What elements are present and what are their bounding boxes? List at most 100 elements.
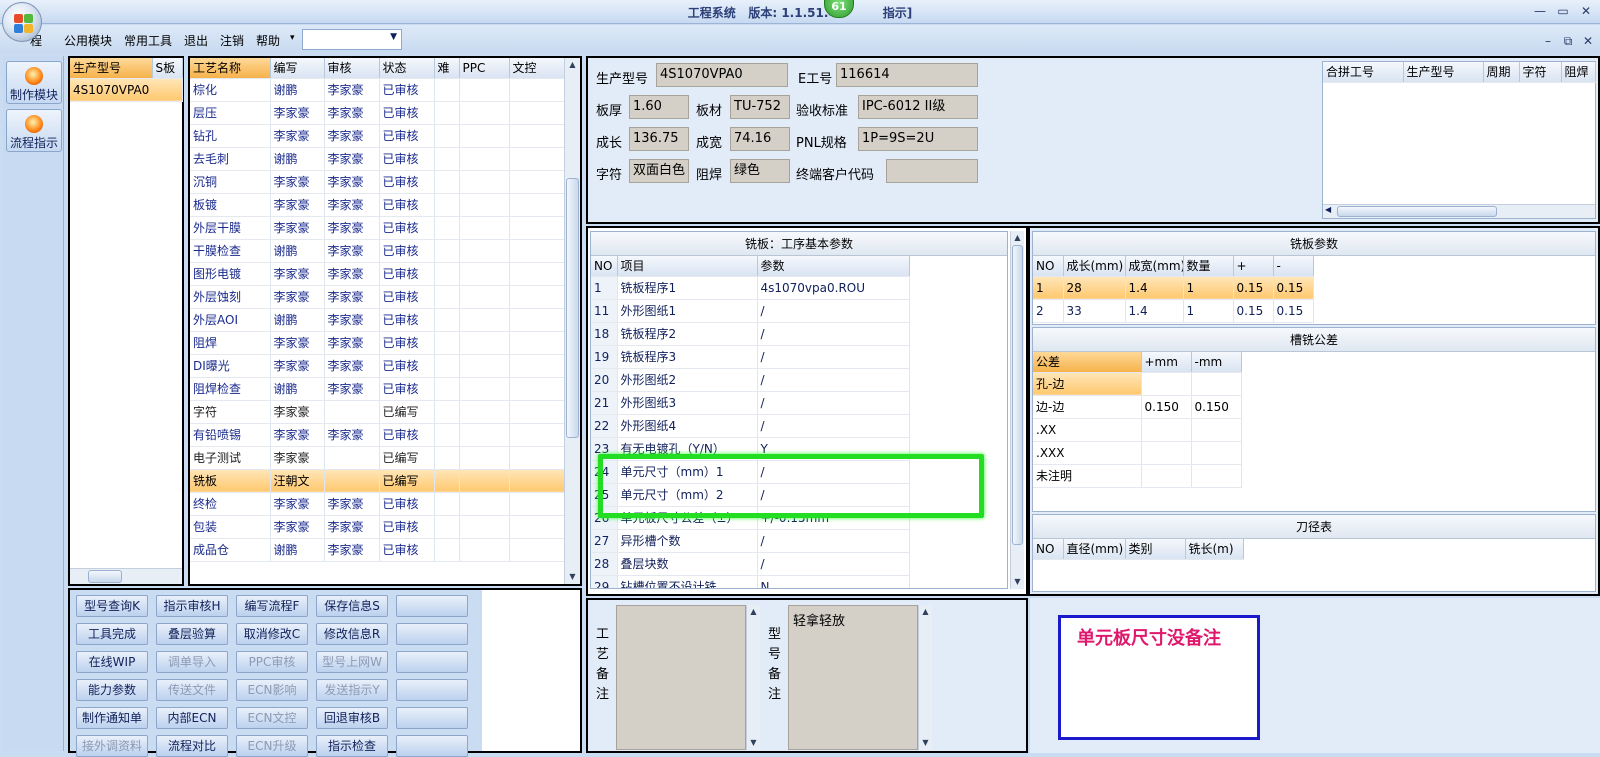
menu-overflow-icon[interactable]: ▾ bbox=[290, 33, 295, 43]
menu-combo-box[interactable]: ▼ bbox=[302, 29, 402, 50]
model-list-hscroll[interactable] bbox=[70, 568, 182, 584]
col-header-no[interactable]: NO bbox=[591, 256, 618, 277]
action-button[interactable]: 能力参数 bbox=[76, 679, 148, 701]
col-header-writer[interactable]: 编写 bbox=[270, 58, 325, 79]
length-field[interactable]: 136.75 bbox=[629, 127, 689, 151]
col-header-diameter[interactable]: 直径(mm) bbox=[1063, 539, 1126, 560]
pnl-field[interactable]: 1P=9S=2U bbox=[858, 127, 978, 151]
slot-tolerance-row[interactable]: 未注明 bbox=[1033, 464, 1242, 488]
action-button[interactable]: 调单导入 bbox=[156, 651, 228, 673]
action-button[interactable]: 传送文件 bbox=[156, 679, 228, 701]
col-header-plus-mm[interactable]: +mm bbox=[1141, 352, 1192, 373]
mdi-minimize-button[interactable]: – bbox=[1540, 33, 1556, 49]
col-header-param[interactable]: 参数 bbox=[757, 256, 910, 277]
model-notes-field[interactable]: 轻拿轻放 bbox=[788, 605, 918, 750]
action-button[interactable]: 编写流程F bbox=[236, 595, 308, 617]
process-row[interactable]: DI曝光 李家豪 李家豪 已审核 bbox=[190, 354, 566, 378]
action-button[interactable] bbox=[396, 707, 468, 729]
col-header-mask[interactable]: 阻焊 bbox=[1561, 62, 1596, 83]
menu-item-common-tools[interactable]: 常用工具 bbox=[124, 32, 172, 49]
action-button[interactable]: 指示审核H bbox=[156, 595, 228, 617]
model-notes-vscroll[interactable]: ▲ ▼ bbox=[918, 605, 932, 750]
mill-basic-row[interactable]: 20 外形图纸2/ bbox=[591, 368, 910, 392]
menu-item-exit[interactable]: 退出 bbox=[184, 32, 208, 49]
menu-item-help[interactable]: 帮助 bbox=[256, 32, 280, 49]
col-header-reviewer[interactable]: 审核 bbox=[324, 58, 380, 79]
slot-tolerance-row[interactable]: 孔-边 bbox=[1033, 372, 1242, 396]
col-header-type[interactable]: 类别 bbox=[1125, 539, 1186, 560]
action-button[interactable]: 型号上网W bbox=[316, 651, 388, 673]
menu-item-common-modules[interactable]: 公用模块 bbox=[64, 32, 112, 49]
process-table-vscroll[interactable]: ▲ ▼ bbox=[564, 58, 580, 584]
mill-params-row[interactable]: 2 33 1.4 1 0.15 0.15 bbox=[1033, 299, 1314, 323]
mill-basic-vscroll[interactable]: ▲ ▼ bbox=[1010, 231, 1024, 589]
action-button[interactable]: ECN影响 bbox=[236, 679, 308, 701]
col-header-difficulty[interactable]: 难 bbox=[434, 58, 460, 79]
action-button[interactable] bbox=[396, 595, 468, 617]
mill-basic-row[interactable]: 27 异形槽个数 / bbox=[591, 529, 910, 553]
action-button[interactable]: 工具完成 bbox=[76, 623, 148, 645]
process-notes-field[interactable] bbox=[616, 605, 746, 750]
action-button[interactable]: 取消修改C bbox=[236, 623, 308, 645]
process-notes-vscroll[interactable]: ▲ ▼ bbox=[746, 605, 760, 750]
process-row[interactable]: 板镀 李家豪 李家豪 已审核 bbox=[190, 193, 566, 217]
col-header-minus[interactable]: - bbox=[1273, 256, 1314, 277]
customer-code-field[interactable] bbox=[886, 159, 978, 183]
process-row[interactable]: 棕化 谢鹏 李家豪 已审核 bbox=[190, 78, 566, 102]
action-button[interactable]: 内部ECN bbox=[156, 707, 228, 729]
action-button[interactable]: 保存信息S bbox=[316, 595, 388, 617]
action-button[interactable]: 在线WIP bbox=[76, 651, 148, 673]
process-row[interactable]: 外层AOI 谢鹏 李家豪 已审核 bbox=[190, 308, 566, 332]
slot-tolerance-row[interactable]: .XX bbox=[1033, 418, 1242, 442]
mill-basic-row[interactable]: 28 叠层块数 / bbox=[591, 552, 910, 576]
material-field[interactable]: TU-752 bbox=[730, 95, 790, 119]
action-button[interactable]: 接外调资料 bbox=[76, 735, 148, 757]
action-button[interactable] bbox=[396, 651, 468, 673]
col-header-period[interactable]: 周期 bbox=[1483, 62, 1520, 83]
col-header-mill-length[interactable]: 铣长(m) bbox=[1185, 539, 1244, 560]
col-header-plus[interactable]: + bbox=[1233, 256, 1274, 277]
minimize-button[interactable]: — bbox=[1532, 3, 1548, 19]
col-header-doc-control[interactable]: 文控 bbox=[509, 58, 566, 79]
process-row[interactable]: 外层干膜 李家豪 李家豪 已审核 bbox=[190, 216, 566, 240]
process-row[interactable]: 铣板 汪朝文 已编写 bbox=[190, 469, 566, 493]
mdi-close-button[interactable]: ✕ bbox=[1580, 33, 1596, 49]
process-row[interactable]: 干膜检查 谢鹏 李家豪 已审核 bbox=[190, 239, 566, 263]
process-row[interactable]: 沉铜 李家豪 李家豪 已审核 bbox=[190, 170, 566, 194]
process-row[interactable]: 字符 李家豪 已编写 bbox=[190, 400, 566, 424]
e-no-field[interactable]: 116614 bbox=[836, 63, 978, 87]
action-button[interactable]: 发送指示Y bbox=[316, 679, 388, 701]
col-header-item[interactable]: 项目 bbox=[617, 256, 758, 277]
col-header-merge-model[interactable]: 生产型号 bbox=[1403, 62, 1484, 83]
mill-basic-row[interactable]: 11 外形图纸1/ bbox=[591, 299, 910, 323]
process-row[interactable]: 阻焊检查 谢鹏 李家豪 已审核 bbox=[190, 377, 566, 401]
process-row[interactable]: 终检 李家豪 李家豪 已审核 bbox=[190, 492, 566, 516]
action-button[interactable]: 指示检查 bbox=[316, 735, 388, 757]
action-button[interactable]: PPC审核 bbox=[236, 651, 308, 673]
action-button[interactable]: 型号查询K bbox=[76, 595, 148, 617]
process-row[interactable]: 成品仓 谢鹏 李家豪 已审核 bbox=[190, 538, 566, 562]
col-header-process[interactable]: 工艺名称 bbox=[190, 58, 271, 79]
mill-basic-row[interactable]: 22 外形图纸4/ bbox=[591, 414, 910, 438]
col-header-model[interactable]: 生产型号 bbox=[70, 58, 153, 79]
mdi-restore-button[interactable]: ⧉ bbox=[1560, 33, 1576, 49]
mill-basic-row[interactable]: 19 铣板程序3/ bbox=[591, 345, 910, 369]
action-button[interactable]: 制作通知单 bbox=[76, 707, 148, 729]
col-header-no[interactable]: NO bbox=[1033, 539, 1064, 560]
process-row[interactable]: 外层蚀刻 李家豪 李家豪 已审核 bbox=[190, 285, 566, 309]
mill-params-row[interactable]: 1 28 1.4 1 0.15 0.15 bbox=[1033, 276, 1314, 300]
mill-basic-row[interactable]: 1 铣板程序1 4s1070vpa0.ROU bbox=[591, 276, 910, 300]
model-field[interactable]: 4S1070VPA0 bbox=[656, 63, 788, 87]
action-button[interactable] bbox=[396, 623, 468, 645]
col-header-ppc[interactable]: PPC bbox=[459, 58, 510, 79]
col-header-merge-no[interactable]: 合拼工号 bbox=[1323, 62, 1404, 83]
col-header-width[interactable]: 成宽(mm) bbox=[1125, 256, 1184, 277]
merge-table-hscroll[interactable]: ◀ bbox=[1323, 204, 1595, 218]
width-field[interactable]: 74.16 bbox=[730, 127, 790, 151]
action-button[interactable]: 流程对比 bbox=[156, 735, 228, 757]
mill-basic-row[interactable]: 29 钻槽位置不设计铣... N bbox=[591, 575, 910, 588]
process-row[interactable]: 层压 李家豪 李家豪 已审核 bbox=[190, 101, 566, 125]
make-module-button[interactable]: 制作模块 bbox=[6, 61, 62, 104]
thickness-field[interactable]: 1.60 bbox=[629, 95, 689, 119]
col-header-tolerance[interactable]: 公差 bbox=[1033, 352, 1142, 373]
